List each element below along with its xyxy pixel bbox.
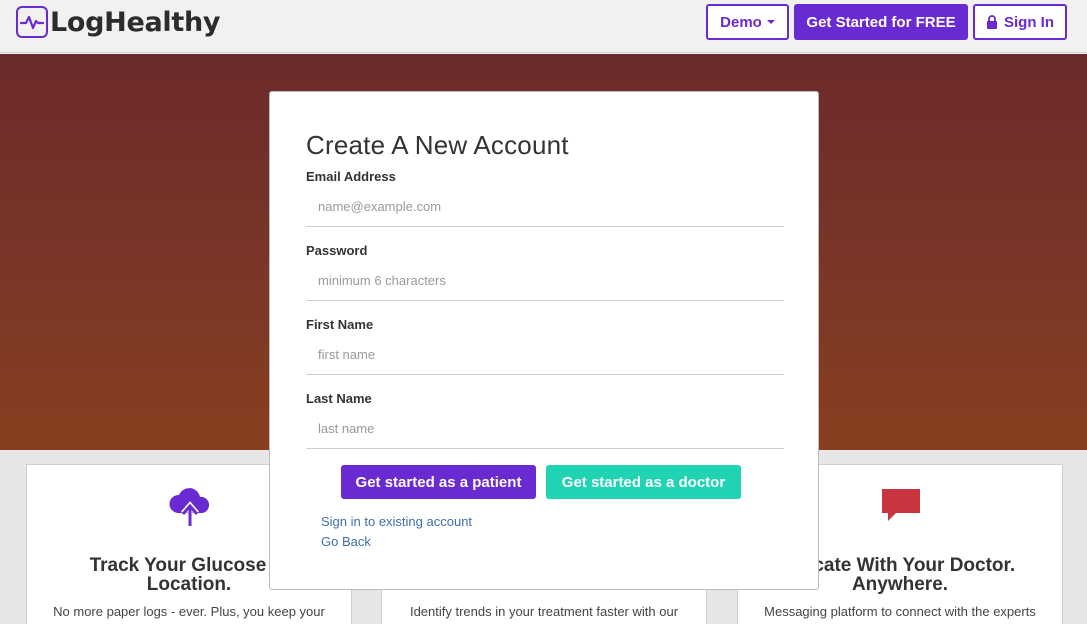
password-label: Password xyxy=(306,243,368,258)
email-label: Email Address xyxy=(306,169,396,184)
feature-text: No more paper logs - ever. Plus, you kee… xyxy=(53,604,325,619)
get-started-free-label: Get Started for FREE xyxy=(806,13,956,31)
pulse-logo-icon xyxy=(16,6,48,38)
brand-logo[interactable]: LogHealthy xyxy=(16,6,221,38)
last-name-field[interactable] xyxy=(306,409,784,449)
sign-in-button[interactable]: Sign In xyxy=(973,4,1067,40)
sign-in-existing-link[interactable]: Sign in to existing account xyxy=(321,514,472,529)
top-navbar: LogHealthy Demo Get Started for FREE Sig… xyxy=(0,0,1087,53)
demo-dropdown-button[interactable]: Demo xyxy=(706,4,789,40)
get-started-doctor-button[interactable]: Get started as a doctor xyxy=(546,465,741,499)
password-field[interactable] xyxy=(306,261,784,301)
last-name-label: Last Name xyxy=(306,391,372,406)
caret-down-icon xyxy=(766,20,775,24)
patient-button-label: Get started as a patient xyxy=(355,473,522,491)
doctor-button-label: Get started as a doctor xyxy=(561,473,726,491)
lock-icon xyxy=(986,15,998,29)
sign-in-label: Sign In xyxy=(1004,13,1054,31)
cloud-upload-icon xyxy=(168,485,212,532)
chat-bubble-icon xyxy=(880,487,922,530)
go-back-link[interactable]: Go Back xyxy=(321,534,371,549)
feature-text: Messaging platform to connect with the e… xyxy=(764,604,1036,619)
first-name-label: First Name xyxy=(306,317,374,332)
modal-title: Create A New Account xyxy=(306,130,569,160)
brand-name: LogHealthy xyxy=(50,6,221,38)
get-started-patient-button[interactable]: Get started as a patient xyxy=(341,465,536,499)
email-field[interactable] xyxy=(306,187,784,227)
first-name-field[interactable] xyxy=(306,335,784,375)
demo-label: Demo xyxy=(720,13,762,31)
feature-text: Identify trends in your treatment faster… xyxy=(409,604,679,619)
get-started-free-button[interactable]: Get Started for FREE xyxy=(794,4,968,40)
create-account-modal: Create A New Account Email Address Passw… xyxy=(269,91,819,590)
